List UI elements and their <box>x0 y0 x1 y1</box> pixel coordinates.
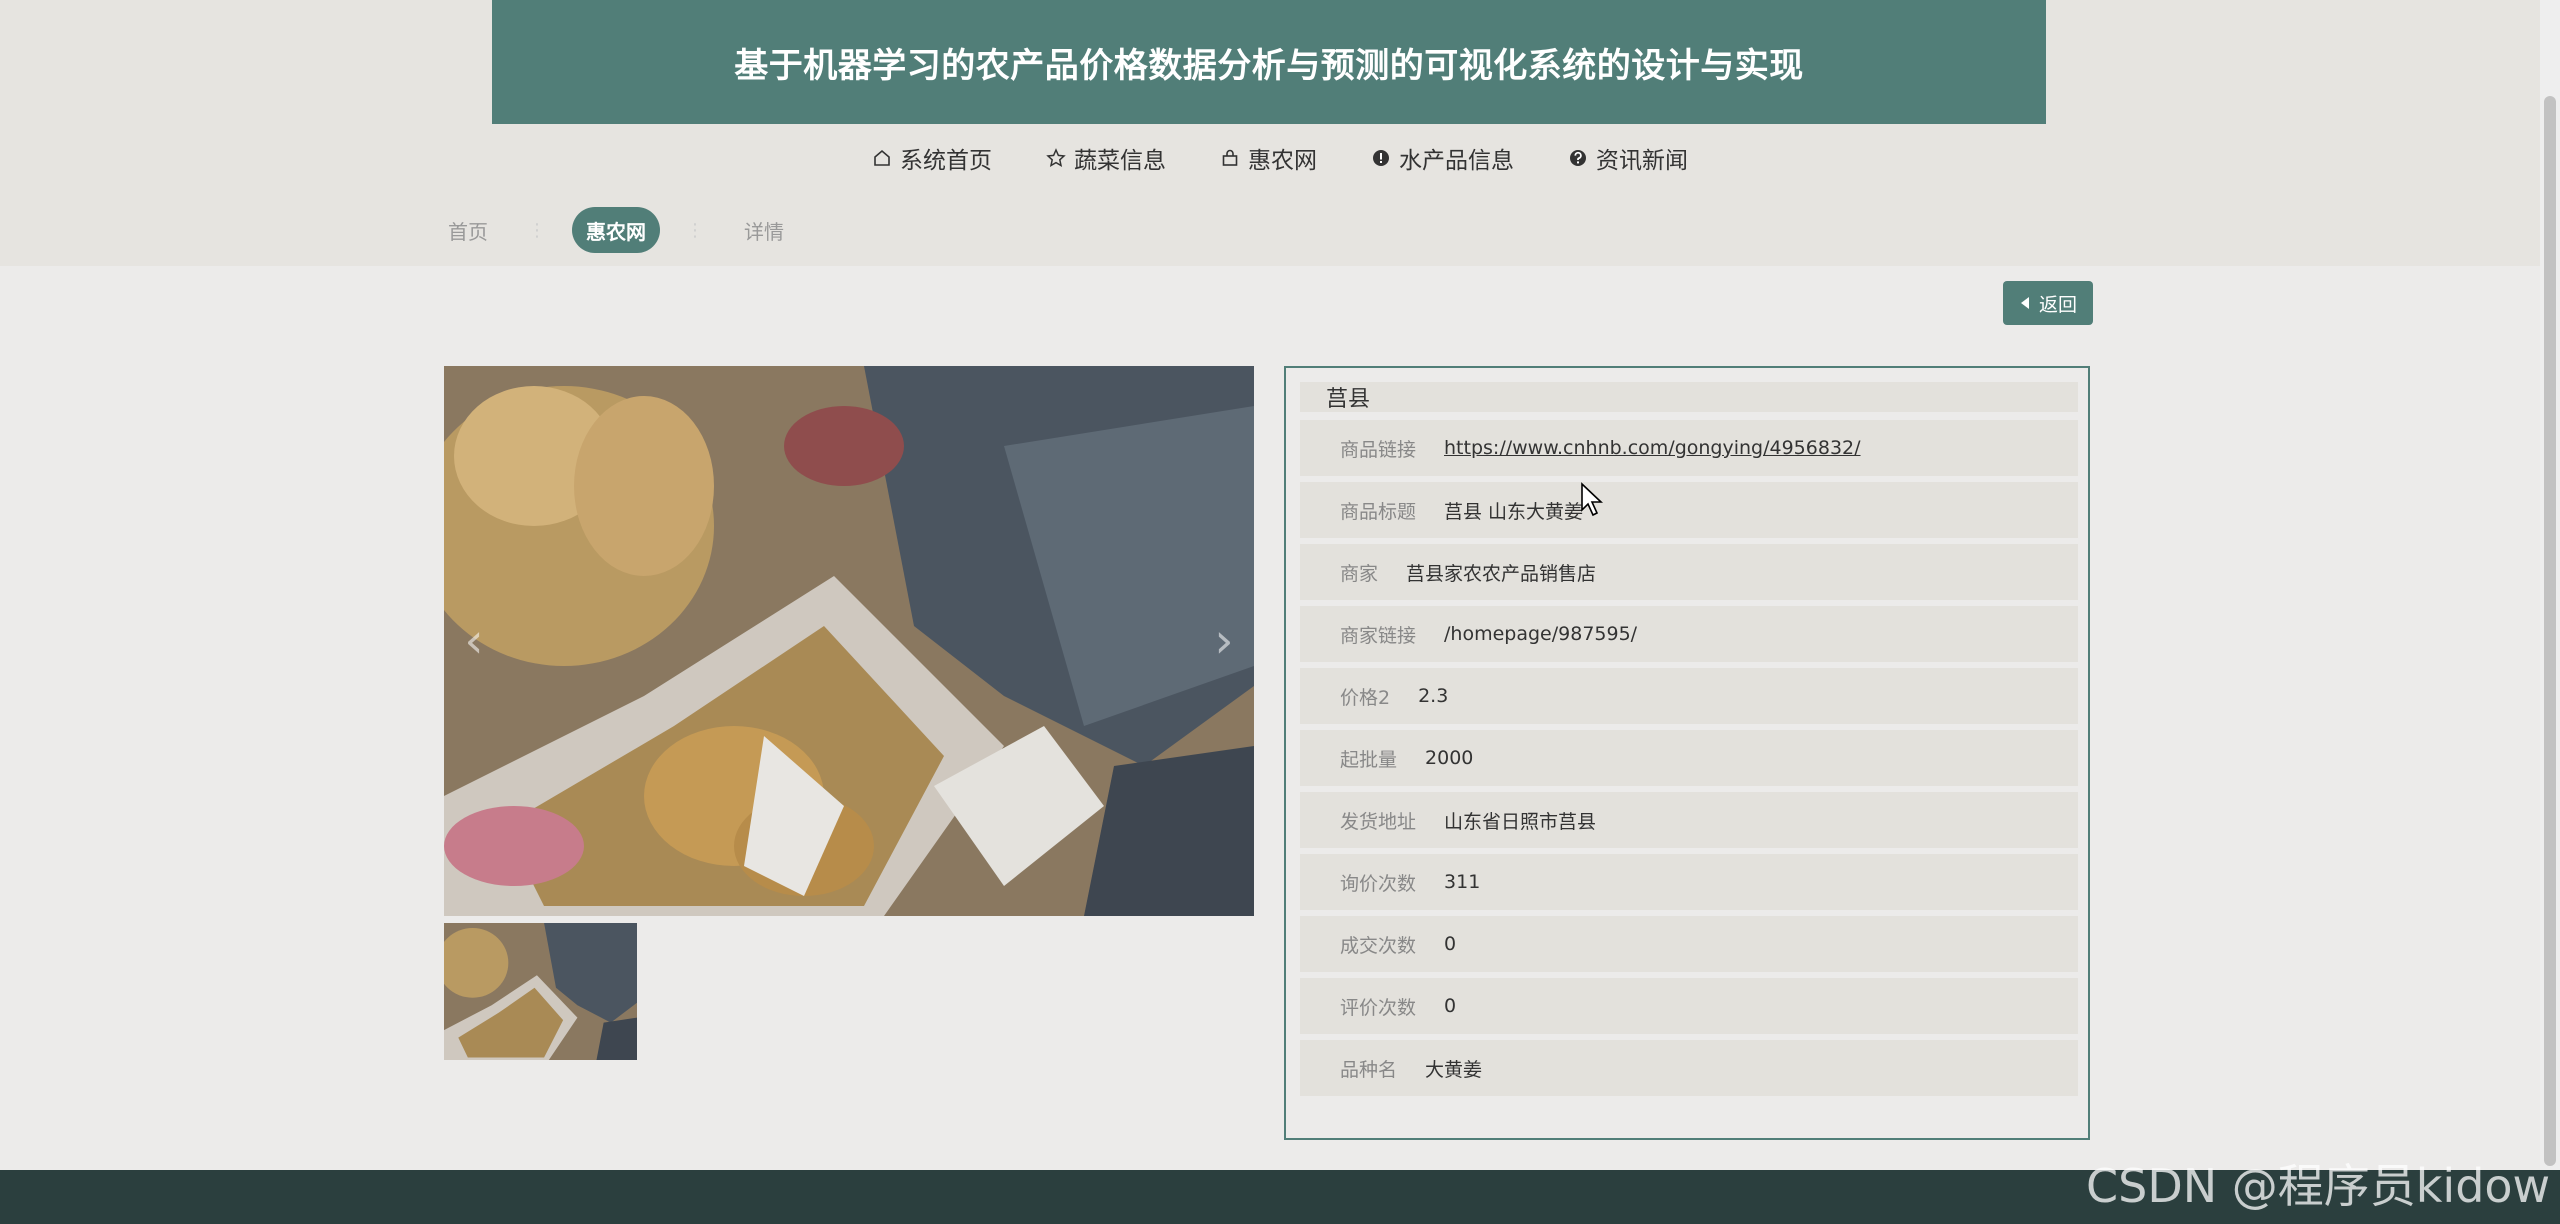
breadcrumb-huinong[interactable]: 惠农网 <box>572 207 660 253</box>
detail-label: 品种名 <box>1340 1058 1398 1081</box>
detail-label: 商品标题 <box>1340 500 1417 523</box>
carousel-next-button[interactable]: › <box>1204 606 1244 676</box>
nav-item-label: 蔬菜信息 <box>1074 148 1166 174</box>
breadcrumb: 首页 ⋮ 惠农网 ⋮ 详情 <box>434 206 798 254</box>
detail-row-link: 商品链接 https://www.cnhnb.com/gongying/4956… <box>1300 420 2078 476</box>
breadcrumb-separator: ⋮ <box>528 219 546 241</box>
detail-value: 大黄姜 <box>1425 1058 1483 1081</box>
nav-item-label: 资讯新闻 <box>1596 148 1688 174</box>
page-title: 基于机器学习的农产品价格数据分析与预测的可视化系统的设计与实现 <box>492 0 2046 124</box>
mouse-cursor-icon <box>1581 482 1604 517</box>
thumbnail-photo <box>444 923 637 1060</box>
detail-value: 2.3 <box>1418 685 1449 707</box>
detail-row-ship-from: 发货地址 山东省日照市莒县 <box>1300 792 2078 848</box>
nav-item-label: 惠农网 <box>1248 148 1317 174</box>
detail-panel: 莒县 商品链接 https://www.cnhnb.com/gongying/4… <box>1284 366 2090 1140</box>
breadcrumb-separator: ⋮ <box>686 219 704 241</box>
detail-row-inquiries: 询价次数 311 <box>1300 854 2078 910</box>
back-button[interactable]: 返回 <box>2003 281 2093 325</box>
nav-item-label: 系统首页 <box>900 148 992 174</box>
nav-item-home[interactable]: 系统首页 <box>872 140 992 176</box>
caret-left-icon <box>2020 297 2029 309</box>
breadcrumb-detail: 详情 <box>744 219 784 244</box>
detail-row-price: 价格2 2.3 <box>1300 668 2078 724</box>
detail-label: 价格2 <box>1340 686 1391 709</box>
detail-label: 起批量 <box>1340 748 1398 771</box>
detail-row-deals: 成交次数 0 <box>1300 916 2078 972</box>
detail-row-variety: 品种名 大黄姜 <box>1300 1040 2078 1096</box>
detail-label: 发货地址 <box>1340 810 1417 833</box>
product-thumbnail[interactable] <box>444 923 637 1060</box>
detail-label: 商家 <box>1340 562 1379 585</box>
breadcrumb-home[interactable]: 首页 <box>434 207 502 253</box>
bag-icon <box>1222 149 1238 166</box>
carousel-prev-button[interactable]: ‹ <box>454 606 494 676</box>
detail-title: 莒县 <box>1300 382 2078 412</box>
detail-label: 评价次数 <box>1340 996 1417 1019</box>
detail-value: 莒县家农农产品销售店 <box>1406 562 1597 585</box>
detail-label: 商品链接 <box>1340 438 1417 461</box>
exclamation-icon <box>1373 150 1389 166</box>
back-button-label: 返回 <box>2038 293 2077 316</box>
nav-item-huinong[interactable]: 惠农网 <box>1220 140 1317 176</box>
product-photo <box>444 366 1254 916</box>
detail-label: 询价次数 <box>1340 872 1417 895</box>
question-icon <box>1570 150 1586 166</box>
detail-row-title: 商品标题 莒县 山东大黄姜 <box>1300 482 2078 538</box>
scrollbar-thumb[interactable] <box>2544 96 2556 1166</box>
detail-value: 0 <box>1444 933 1457 955</box>
home-icon <box>874 149 890 166</box>
product-image: ‹ › <box>444 366 1254 916</box>
detail-row-min-order: 起批量 2000 <box>1300 730 2078 786</box>
detail-value: 0 <box>1444 995 1457 1017</box>
detail-label: 商家链接 <box>1340 624 1417 647</box>
nav-item-label: 水产品信息 <box>1399 148 1514 174</box>
main-nav: 系统首页 蔬菜信息 惠农网 水产品信息 资讯新闻 <box>0 140 2560 176</box>
detail-row-merchant-link: 商家链接 /homepage/987595/ <box>1300 606 2078 662</box>
detail-label: 成交次数 <box>1340 934 1417 957</box>
detail-row-reviews: 评价次数 0 <box>1300 978 2078 1034</box>
detail-value: 311 <box>1444 871 1481 893</box>
detail-value: 山东省日照市莒县 <box>1444 810 1597 833</box>
nav-item-aquatic[interactable]: 水产品信息 <box>1371 140 1514 176</box>
detail-row-merchant: 商家 莒县家农农产品销售店 <box>1300 544 2078 600</box>
detail-value: 2000 <box>1425 747 1474 769</box>
watermark: CSDN @程序员kidow <box>2086 1159 2551 1213</box>
star-icon <box>1046 148 1066 167</box>
detail-value: /homepage/987595/ <box>1444 623 1638 645</box>
detail-value: 莒县 山东大黄姜 <box>1444 500 1584 523</box>
nav-item-news[interactable]: 资讯新闻 <box>1568 140 1688 176</box>
nav-item-vegetables[interactable]: 蔬菜信息 <box>1046 140 1166 176</box>
product-link[interactable]: https://www.cnhnb.com/gongying/4956832/ <box>1444 437 1861 459</box>
